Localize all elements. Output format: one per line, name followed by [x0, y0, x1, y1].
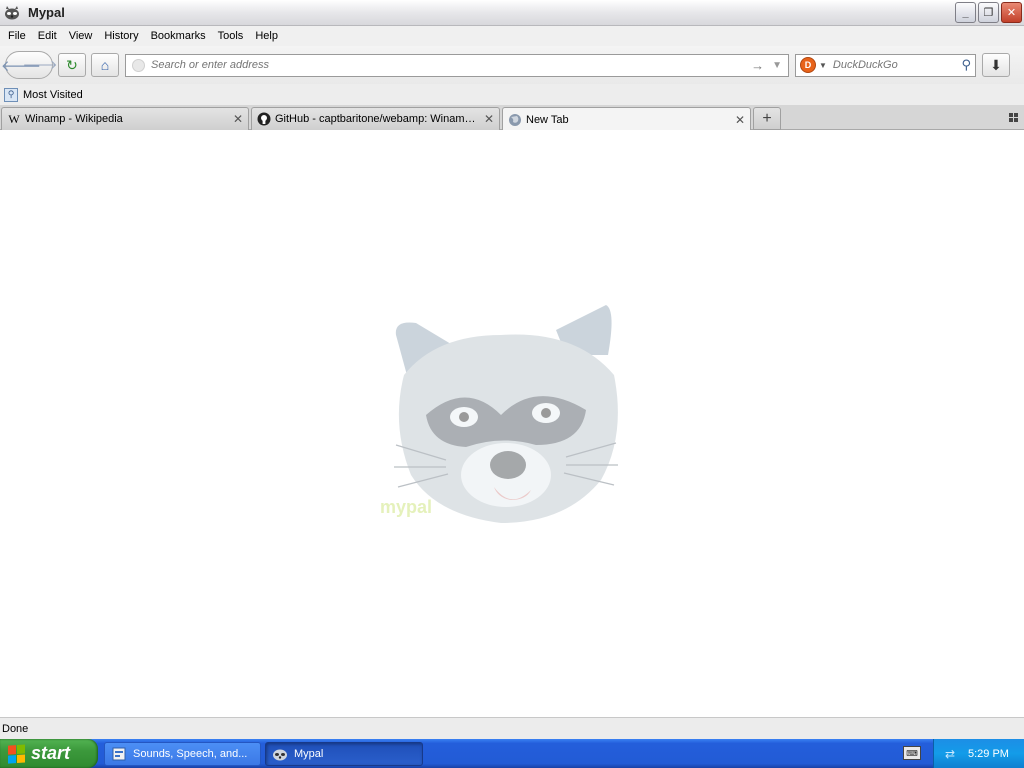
menu-help[interactable]: Help [249, 30, 284, 42]
bookmark-most-visited[interactable]: Most Visited [23, 89, 83, 101]
close-button[interactable]: ✕ [1001, 2, 1022, 23]
status-text: Done [2, 722, 29, 735]
svg-text:mypal: mypal [380, 497, 432, 517]
page-content: mypal [0, 130, 1024, 717]
taskbar-item-label: Mypal [294, 747, 324, 760]
globe-icon [507, 112, 523, 128]
bookmarks-bar: ⚲ Most Visited [0, 84, 1024, 105]
keyboard-icon[interactable]: ⌨ [903, 746, 921, 760]
plus-icon: + [762, 109, 772, 127]
raccoon-icon [272, 746, 288, 762]
control-panel-icon [111, 746, 127, 762]
system-tray: ⇄ 5:29 PM [933, 739, 1024, 768]
menu-view[interactable]: View [63, 30, 99, 42]
taskbar-item-sounds[interactable]: Sounds, Speech, and... [104, 741, 261, 766]
forward-arrow-icon: 🡒 [22, 57, 58, 72]
minimize-icon: _ [962, 6, 969, 19]
tab-close-icon[interactable]: ✕ [483, 112, 495, 126]
taskbar: start Sounds, Speech, and... Mypal [0, 739, 1024, 768]
menu-file[interactable]: File [2, 30, 32, 42]
reload-icon: ↻ [66, 56, 78, 73]
mypal-raccoon-logo: mypal [376, 295, 626, 525]
search-icon[interactable]: ⚲ [961, 57, 971, 73]
page-identity-icon [132, 58, 145, 72]
network-icon[interactable]: ⇄ [942, 746, 958, 762]
home-button[interactable]: ⌂ [91, 53, 119, 77]
address-bar[interactable]: → ▼ [125, 53, 789, 77]
menu-bar: File Edit View History Bookmarks Tools H… [0, 26, 1024, 46]
back-forward-group: 🡐 🡒 [1, 51, 58, 79]
history-dropdown-icon[interactable]: ▼ [772, 60, 782, 71]
restore-button[interactable]: ❐ [978, 2, 999, 23]
taskbar-item-mypal[interactable]: Mypal [265, 741, 423, 766]
bookmarks-icon: ⚲ [4, 87, 18, 102]
tab-winamp-wikipedia[interactable]: W Winamp - Wikipedia ✕ [1, 107, 249, 130]
start-button[interactable]: start [0, 739, 98, 768]
raccoon-icon [4, 5, 20, 21]
github-icon [256, 111, 272, 127]
reload-button[interactable]: ↻ [58, 53, 86, 77]
search-bar[interactable]: D ▼ ⚲ [795, 53, 976, 77]
taskbar-item-label: Sounds, Speech, and... [133, 747, 248, 760]
tab-label: Winamp - Wikipedia [25, 113, 123, 125]
clock[interactable]: 5:29 PM [968, 748, 1009, 760]
menu-bookmarks[interactable]: Bookmarks [145, 30, 212, 42]
duckduckgo-icon[interactable]: D [800, 57, 816, 73]
search-input[interactable] [832, 59, 962, 71]
tab-github-webamp[interactable]: GitHub - captbaritone/webamp: Winamp ...… [251, 107, 500, 130]
download-icon: ⬇ [990, 56, 1002, 73]
navigation-toolbar: 🡐 🡒 ↻ ⌂ → ▼ D ▼ ⚲ ⬇ [0, 46, 1024, 84]
tab-label: GitHub - captbaritone/webamp: Winamp ... [275, 113, 479, 125]
chevron-down-icon[interactable]: ▼ [819, 61, 827, 70]
minimize-button[interactable]: _ [955, 2, 976, 23]
home-icon: ⌂ [100, 57, 110, 73]
wikipedia-icon: W [8, 111, 20, 126]
tab-close-icon[interactable]: ✕ [734, 113, 746, 127]
window-title: Mypal [28, 5, 65, 20]
menu-tools[interactable]: Tools [212, 30, 250, 42]
menu-history[interactable]: History [98, 30, 144, 42]
windows-logo-icon [8, 743, 26, 764]
tab-label: New Tab [526, 113, 569, 126]
forward-button[interactable]: 🡒 [23, 57, 58, 73]
start-label: start [31, 743, 71, 763]
tab-close-icon[interactable]: ✕ [232, 112, 244, 126]
address-input[interactable] [151, 59, 748, 71]
title-bar[interactable]: Mypal _ ❐ ✕ [0, 0, 1024, 26]
downloads-button[interactable]: ⬇ [982, 53, 1010, 77]
tab-new-tab[interactable]: New Tab ✕ [502, 107, 751, 131]
restore-icon: ❐ [983, 7, 994, 19]
tab-groups-icon[interactable] [1009, 113, 1018, 122]
status-bar: Done [0, 717, 1024, 739]
menu-edit[interactable]: Edit [32, 30, 63, 42]
new-tab-button[interactable]: + [753, 107, 781, 130]
go-arrow-icon[interactable]: → [751, 58, 764, 73]
tab-strip: W Winamp - Wikipedia ✕ GitHub - captbari… [0, 105, 1024, 131]
close-icon: ✕ [1006, 7, 1017, 19]
